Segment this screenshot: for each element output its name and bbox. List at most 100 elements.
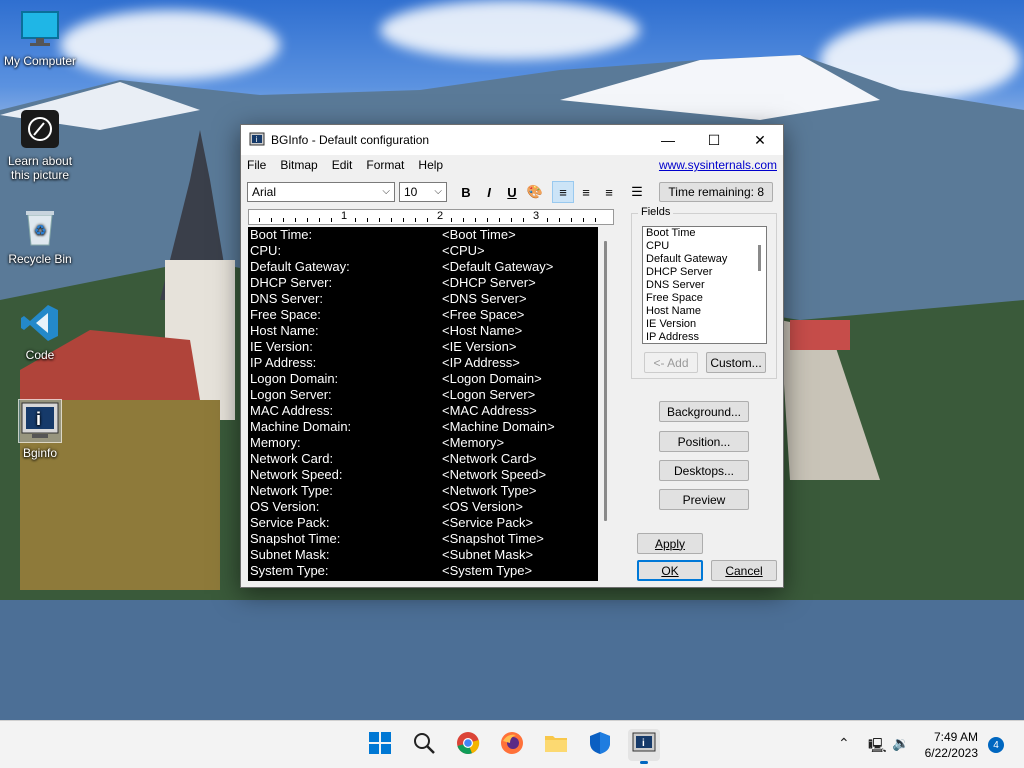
scrollbar-thumb[interactable] [604,241,607,521]
desktop-icon-learn-about-picture[interactable]: Learn about this picture [0,108,80,182]
field-list-item[interactable]: Host Name [643,305,766,318]
apply-button[interactable]: Apply [637,533,703,554]
editor-row: Machine Domain: <Machine Domain> [248,419,598,435]
add-field-button[interactable]: <- Add [644,352,698,373]
field-label: Network Card: [250,451,334,466]
editor-row: Network Type: <Network Type> [248,483,598,499]
font-size-combo[interactable]: 10 ⌵ [399,182,447,202]
desktop-icon-label: Learn about this picture [7,154,73,182]
chevron-up-icon: ⌃ [838,735,850,751]
editor-row: Logon Server: <Logon Server> [248,387,598,403]
ok-button[interactable]: OK [637,560,703,581]
desktop-icon-vscode[interactable]: Code [0,302,80,362]
field-list-item[interactable]: CPU [643,240,766,253]
bullets-button[interactable]: ☰ [626,181,648,203]
field-label: Logon Server: [250,387,332,402]
field-list-item[interactable]: Boot Time [643,227,766,240]
desktop-icon-recycle-bin[interactable]: ♻ Recycle Bin [0,206,80,266]
title-bar[interactable]: i BGInfo - Default configuration — ☐ ✕ [241,125,783,155]
bginfo-icon: i [18,399,62,443]
vscode-icon [19,302,61,344]
field-list-item[interactable]: IE Version [643,318,766,331]
minimize-button[interactable]: — [645,125,691,155]
field-placeholder: <Service Pack> [442,515,534,530]
editor-row: Network Speed: <Network Speed> [248,467,598,483]
network-icon[interactable]: 🖳 [868,735,887,759]
editor-row: OS Version: <OS Version> [248,499,598,515]
start-icon [369,731,391,759]
svg-text:i: i [642,738,645,749]
menu-file[interactable]: File [247,158,266,172]
field-placeholder: <Network Speed> [442,467,547,482]
font-name-combo[interactable]: Arial ⌵ [247,182,395,202]
firefox-button[interactable] [496,729,528,761]
field-label: MAC Address: [250,403,334,418]
field-list-item[interactable]: Free Space [643,292,766,305]
sysinternals-link[interactable]: www.sysinternals.com [659,158,777,172]
defender-icon [589,731,611,760]
menu-format[interactable]: Format [366,158,404,172]
bginfo-taskbar-button[interactable]: i [628,729,660,764]
ruler-number: 2 [437,210,444,222]
align-left-button[interactable]: ≡ [552,181,574,203]
bginfo-app-icon: i [249,132,265,148]
position-button[interactable]: Position... [659,431,749,452]
editor-row: DNS Server: <DNS Server> [248,291,598,307]
desktop-icon-bginfo[interactable]: i Bginfo [0,399,80,460]
field-label: Subnet Mask: [250,547,330,562]
field-placeholder: <CPU> [442,243,485,258]
desktops-button[interactable]: Desktops... [659,460,749,481]
monitor-icon [19,8,61,50]
ruler: 1 2 3 [248,209,614,225]
editor-scrollbar[interactable] [598,227,614,581]
volume-icon[interactable]: 🔉 [892,735,909,752]
menu-bitmap[interactable]: Bitmap [280,158,317,172]
editor-row: System Type: <System Type> [248,563,598,579]
close-button[interactable]: ✕ [737,125,783,155]
field-placeholder: <Subnet Mask> [442,547,534,562]
fields-list[interactable]: Boot Time CPU Default Gateway DHCP Server DN… [642,226,767,344]
fields-scrollbar[interactable] [754,227,766,343]
editor-row: Logon Domain: <Logon Domain> [248,371,598,387]
clock[interactable]: 7:49 AM 6/22/2023 [925,729,978,761]
align-center-button[interactable]: ≡ [575,181,597,203]
background-button[interactable]: Background... [659,401,749,422]
field-list-item[interactable]: DHCP Server [643,266,766,279]
field-list-item[interactable]: DNS Server [643,279,766,292]
field-placeholder: <Network Type> [442,483,537,498]
field-label: Logon Domain: [250,371,339,386]
bold-icon: B [461,184,471,200]
field-placeholder: <MAC Address> [442,403,537,418]
field-list-item[interactable]: IP Address [643,331,766,343]
info-editor[interactable]: Boot Time: <Boot Time> CPU: <CPU> Default Ga… [248,227,598,581]
menu-help[interactable]: Help [418,158,443,172]
time-remaining-button[interactable]: Time remaining: 8 [659,182,773,202]
close-icon: ✕ [754,131,766,148]
bold-button[interactable]: B [455,181,477,203]
align-right-icon: ≡ [605,184,613,200]
defender-button[interactable] [584,729,616,761]
preview-button[interactable]: Preview [659,489,749,510]
color-button[interactable]: 🎨 [524,181,546,203]
editor-row: Service Pack: <Service Pack> [248,515,598,531]
scrollbar-thumb[interactable] [758,245,761,271]
field-placeholder: <Default Gateway> [442,259,554,274]
chrome-button[interactable] [452,729,484,761]
cancel-button[interactable]: Cancel [711,560,777,581]
custom-field-button[interactable]: Custom... [706,352,766,373]
file-explorer-button[interactable] [540,729,572,761]
field-list-item[interactable]: Default Gateway [643,253,766,266]
show-hidden-icons-button[interactable]: ⌃ [838,735,850,752]
desktop-icon-my-computer[interactable]: My Computer [0,8,80,68]
underline-button[interactable]: U [501,181,523,203]
align-right-button[interactable]: ≡ [598,181,620,203]
search-button[interactable] [408,729,440,761]
ruler-number: 1 [341,210,348,222]
maximize-button[interactable]: ☐ [691,125,737,155]
field-label: Network Type: [250,483,333,498]
menu-edit[interactable]: Edit [332,158,353,172]
start-button[interactable] [364,729,396,761]
field-placeholder: <Boot Time> [442,227,516,242]
italic-button[interactable]: I [478,181,500,203]
notification-badge[interactable]: 4 [988,737,1004,753]
